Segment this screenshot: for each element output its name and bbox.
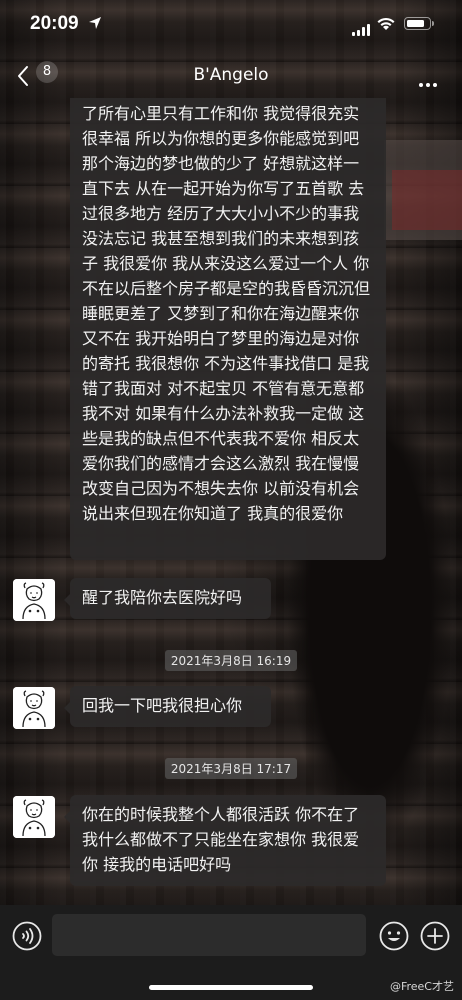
- voice-icon: [12, 921, 42, 951]
- contact-avatar[interactable]: [13, 796, 55, 838]
- battery-level: [406, 19, 425, 27]
- timestamp-label: 2021年3月8日 17:17: [164, 758, 298, 779]
- message-text: 醒了我陪你去医院好吗: [82, 588, 243, 607]
- message-bubble[interactable]: 了所有心里只有工作和你 我觉得很充实很幸福 所以为你想的更多你能感觉到吧 那个海…: [70, 98, 386, 560]
- avatar-sketch-icon: [13, 579, 55, 621]
- wifi-icon: [377, 17, 395, 30]
- home-indicator[interactable]: [149, 985, 313, 990]
- contact-avatar[interactable]: [13, 579, 55, 621]
- message-input[interactable]: [52, 914, 366, 956]
- watermark: @FreeC才艺: [389, 980, 454, 993]
- message-text: 回我一下吧我很担心你: [82, 696, 243, 715]
- chat-title: B'Angelo: [193, 65, 269, 85]
- more-dot: [419, 83, 423, 87]
- status-time: 20:09: [30, 13, 79, 34]
- voice-button[interactable]: [12, 921, 42, 955]
- message-text: 你在的时候我整个人都很活跃 你不在了我什么都做不了只能坐在家想你 我很爱你 接我…: [82, 805, 360, 874]
- timestamp-label: 2021年3月8日 16:19: [164, 650, 298, 671]
- avatar-sketch-icon: [13, 796, 55, 838]
- more-dot: [426, 83, 430, 87]
- emoji-icon: [379, 921, 409, 951]
- plus-icon: [420, 921, 450, 951]
- emoji-button[interactable]: [379, 921, 409, 955]
- location-arrow-icon: [89, 17, 101, 29]
- message-bubble[interactable]: 你在的时候我整个人都很活跃 你不在了我什么都做不了只能坐在家想你 我很爱你 接我…: [64, 795, 386, 886]
- background-poster-accent: [392, 170, 462, 230]
- cellular-signal-icon: [352, 17, 372, 36]
- contact-avatar[interactable]: [13, 687, 55, 729]
- more-dot: [433, 83, 437, 87]
- message-bubble[interactable]: 回我一下吧我很担心你: [64, 686, 271, 727]
- message-text: 了所有心里只有工作和你 我觉得很充实很幸福 所以为你想的更多你能感觉到吧 那个海…: [82, 104, 371, 523]
- chat-header: 8 B'Angelo: [0, 52, 462, 98]
- avatar-sketch-icon: [13, 687, 55, 729]
- timestamp: 2021年3月8日 16:19: [0, 650, 462, 671]
- more-options-button[interactable]: [419, 72, 440, 91]
- more-actions-button[interactable]: [420, 921, 450, 955]
- battery-icon: [404, 17, 434, 30]
- message-bubble[interactable]: 醒了我陪你去医院好吗: [64, 578, 271, 619]
- status-bar: 20:09: [0, 0, 462, 52]
- timestamp: 2021年3月8日 17:17: [0, 758, 462, 779]
